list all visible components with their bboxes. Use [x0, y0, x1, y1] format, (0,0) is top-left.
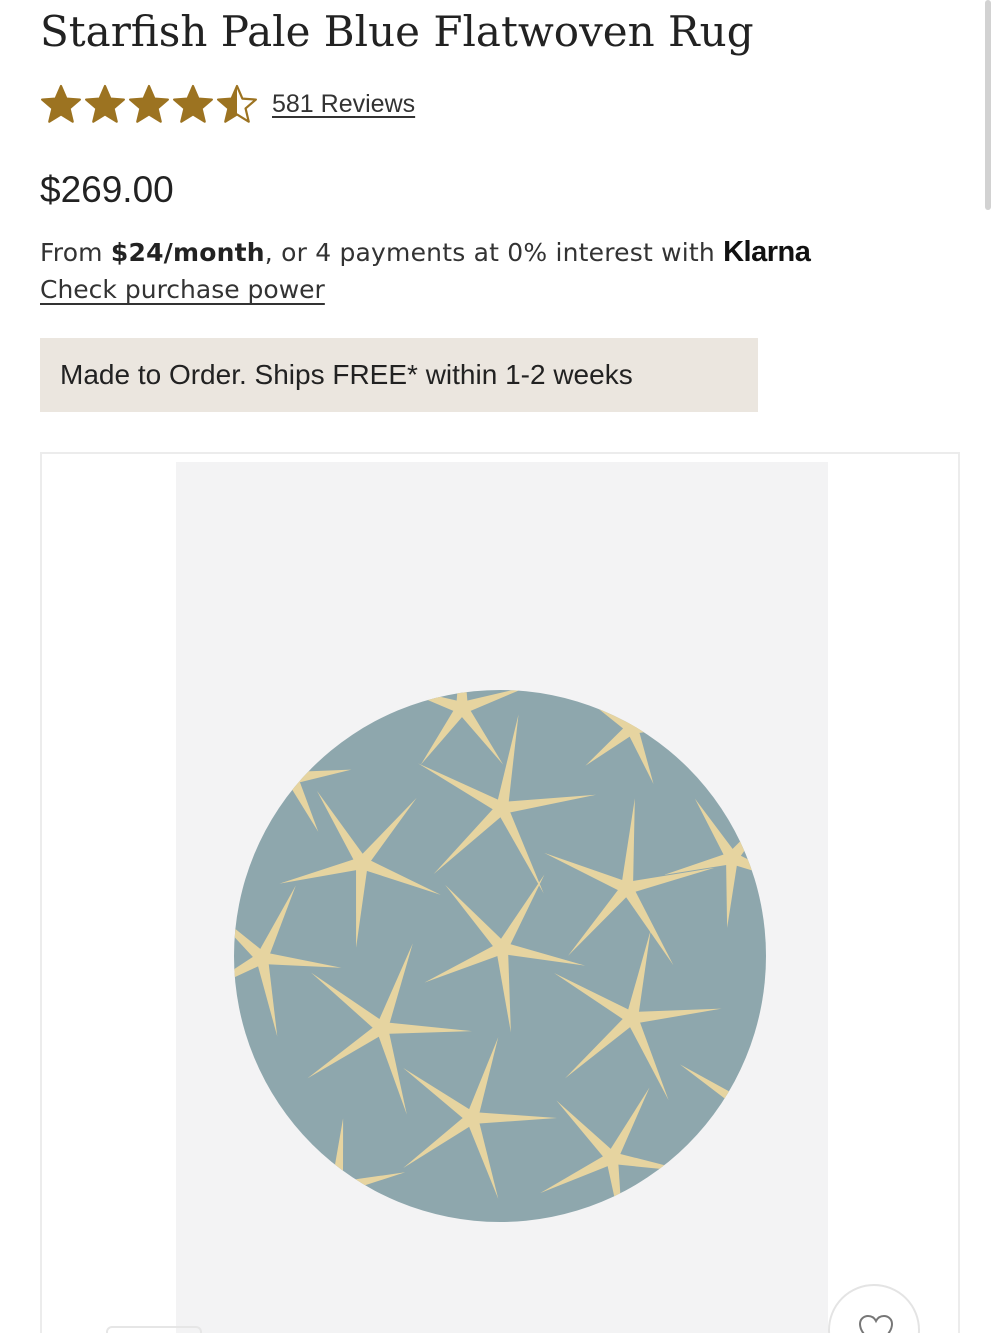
- star-icon: [216, 84, 258, 124]
- shipping-message: Made to Order. Ships FREE* within 1-2 we…: [60, 359, 633, 390]
- star-rating: [40, 84, 258, 124]
- product-price: $269.00: [40, 169, 174, 210]
- klarna-monthly-amount: $24/month: [110, 238, 265, 267]
- star-icon: [128, 84, 170, 124]
- page-scrollbar[interactable]: [985, 0, 991, 210]
- heart-icon: [858, 1314, 894, 1333]
- wishlist-button[interactable]: [828, 1284, 920, 1333]
- shipping-banner: Made to Order. Ships FREE* within 1-2 we…: [40, 338, 758, 412]
- klarna-prefix: From: [40, 238, 111, 267]
- round-starfish-rug: [234, 690, 766, 1222]
- check-purchase-power-link[interactable]: Check purchase power: [40, 272, 325, 308]
- product-image-card[interactable]: [40, 452, 960, 1333]
- klarna-financing-text: From $24/month, or 4 payments at 0% inte…: [40, 234, 811, 271]
- star-icon: [40, 84, 82, 124]
- klarna-logo: Klarna: [723, 236, 811, 268]
- product-image-rug[interactable]: [232, 688, 768, 1224]
- product-page: Starfish Pale Blue Flatwoven Rug 581 Rev…: [0, 0, 1000, 1333]
- star-icon: [172, 84, 214, 124]
- rating-row: 581 Reviews: [40, 84, 415, 124]
- star-icon: [84, 84, 126, 124]
- klarna-middle-text: , or 4 payments at 0% interest with: [264, 238, 724, 267]
- product-title: Starfish Pale Blue Flatwoven Rug: [40, 7, 754, 56]
- thumbnail-strip[interactable]: [106, 1326, 202, 1333]
- reviews-link[interactable]: 581 Reviews: [272, 90, 415, 119]
